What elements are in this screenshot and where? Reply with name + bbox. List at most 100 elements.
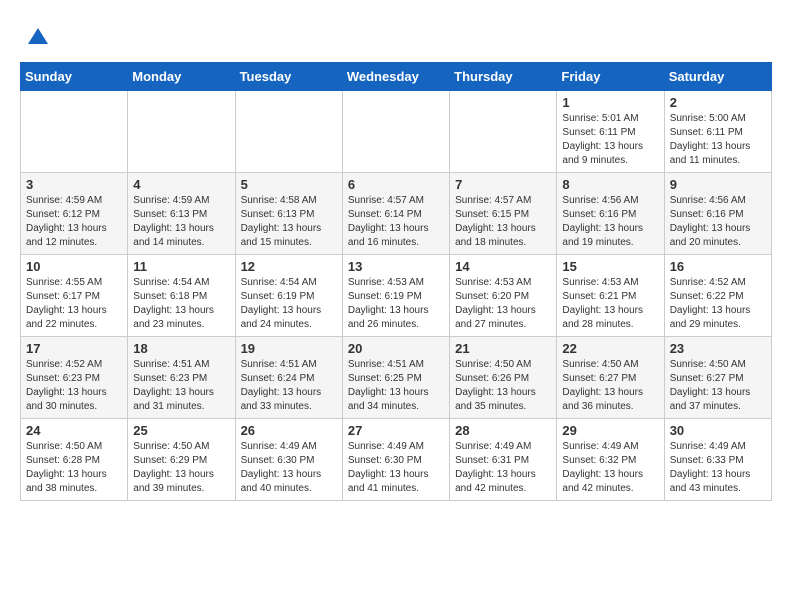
day-number: 21 [455,341,551,356]
day-number: 16 [670,259,766,274]
calendar-cell: 21 Sunrise: 4:50 AM Sunset: 6:26 PM Dayli… [450,337,557,419]
day-info: Sunrise: 4:57 AM Sunset: 6:14 PM Dayligh… [348,194,444,250]
day-info: Sunrise: 4:50 AM Sunset: 6:29 PM Dayligh… [133,440,229,496]
day-info: Sunrise: 4:56 AM Sunset: 6:16 PM Dayligh… [670,194,766,250]
day-number: 6 [348,177,444,192]
calendar-week-row: 1 Sunrise: 5:01 AM Sunset: 6:11 PM Daylig… [21,91,772,173]
calendar-cell: 12Sunrise: 4:54 AM Sunset: 6:19 PM Dayli… [235,255,342,337]
day-info: Sunrise: 4:49 AM Sunset: 6:30 PM Dayligh… [241,440,337,496]
day-info: Sunrise: 4:53 AM Sunset: 6:20 PM Dayligh… [455,276,551,332]
day-number: 22 [562,341,658,356]
day-info: Sunrise: 4:50 AM Sunset: 6:26 PM Dayligh… [455,358,551,414]
calendar-cell: 9 Sunrise: 4:56 AM Sunset: 6:16 PM Daylig… [664,173,771,255]
day-number: 14 [455,259,551,274]
calendar-cell: 19 Sunrise: 4:51 AM Sunset: 6:24 PM Dayli… [235,337,342,419]
day-info: Sunrise: 4:56 AM Sunset: 6:16 PM Dayligh… [562,194,658,250]
calendar-cell: 27 Sunrise: 4:49 AM Sunset: 6:30 PM Dayli… [342,419,449,501]
calendar-cell [128,91,235,173]
day-number: 28 [455,423,551,438]
calendar-cell: 29 Sunrise: 4:49 AM Sunset: 6:32 PM Dayli… [557,419,664,501]
calendar-cell [21,91,128,173]
day-number: 12 [241,259,337,274]
calendar-week-row: 24Sunrise: 4:50 AM Sunset: 6:28 PM Dayli… [21,419,772,501]
day-number: 3 [26,177,122,192]
calendar-cell: 11 Sunrise: 4:54 AM Sunset: 6:18 PM Dayli… [128,255,235,337]
day-info: Sunrise: 5:00 AM Sunset: 6:11 PM Dayligh… [670,112,766,168]
weekday-header-monday: Monday [128,63,235,91]
day-info: Sunrise: 5:01 AM Sunset: 6:11 PM Dayligh… [562,112,658,168]
calendar-cell: 22Sunrise: 4:50 AM Sunset: 6:27 PM Dayli… [557,337,664,419]
day-number: 18 [133,341,229,356]
day-info: Sunrise: 4:59 AM Sunset: 6:13 PM Dayligh… [133,194,229,250]
day-info: Sunrise: 4:49 AM Sunset: 6:32 PM Dayligh… [562,440,658,496]
day-number: 29 [562,423,658,438]
day-info: Sunrise: 4:53 AM Sunset: 6:21 PM Dayligh… [562,276,658,332]
day-number: 11 [133,259,229,274]
calendar-cell [450,91,557,173]
calendar-cell: 20Sunrise: 4:51 AM Sunset: 6:25 PM Dayli… [342,337,449,419]
day-info: Sunrise: 4:52 AM Sunset: 6:23 PM Dayligh… [26,358,122,414]
calendar-cell: 6 Sunrise: 4:57 AM Sunset: 6:14 PM Daylig… [342,173,449,255]
day-info: Sunrise: 4:51 AM Sunset: 6:24 PM Dayligh… [241,358,337,414]
weekday-header-sunday: Sunday [21,63,128,91]
calendar-cell: 25 Sunrise: 4:50 AM Sunset: 6:29 PM Dayli… [128,419,235,501]
page-header [20,20,772,52]
calendar-cell: 17 Sunrise: 4:52 AM Sunset: 6:23 PM Dayli… [21,337,128,419]
weekday-header-row: SundayMondayTuesdayWednesdayThursdayFrid… [21,63,772,91]
day-number: 27 [348,423,444,438]
calendar-cell: 8Sunrise: 4:56 AM Sunset: 6:16 PM Daylig… [557,173,664,255]
weekday-header-wednesday: Wednesday [342,63,449,91]
day-number: 7 [455,177,551,192]
day-number: 10 [26,259,122,274]
day-number: 30 [670,423,766,438]
day-number: 1 [562,95,658,110]
calendar-week-row: 3 Sunrise: 4:59 AM Sunset: 6:12 PM Daylig… [21,173,772,255]
day-info: Sunrise: 4:51 AM Sunset: 6:23 PM Dayligh… [133,358,229,414]
day-info: Sunrise: 4:49 AM Sunset: 6:31 PM Dayligh… [455,440,551,496]
calendar-cell: 28 Sunrise: 4:49 AM Sunset: 6:31 PM Dayli… [450,419,557,501]
day-info: Sunrise: 4:50 AM Sunset: 6:28 PM Dayligh… [26,440,122,496]
day-number: 23 [670,341,766,356]
calendar-cell: 15Sunrise: 4:53 AM Sunset: 6:21 PM Dayli… [557,255,664,337]
calendar-cell: 26 Sunrise: 4:49 AM Sunset: 6:30 PM Dayli… [235,419,342,501]
day-info: Sunrise: 4:54 AM Sunset: 6:18 PM Dayligh… [133,276,229,332]
day-info: Sunrise: 4:57 AM Sunset: 6:15 PM Dayligh… [455,194,551,250]
calendar-cell: 23 Sunrise: 4:50 AM Sunset: 6:27 PM Dayli… [664,337,771,419]
day-info: Sunrise: 4:59 AM Sunset: 6:12 PM Dayligh… [26,194,122,250]
day-info: Sunrise: 4:49 AM Sunset: 6:30 PM Dayligh… [348,440,444,496]
day-info: Sunrise: 4:52 AM Sunset: 6:22 PM Dayligh… [670,276,766,332]
calendar-cell: 7 Sunrise: 4:57 AM Sunset: 6:15 PM Daylig… [450,173,557,255]
calendar-cell: 30 Sunrise: 4:49 AM Sunset: 6:33 PM Dayli… [664,419,771,501]
calendar-week-row: 17 Sunrise: 4:52 AM Sunset: 6:23 PM Dayli… [21,337,772,419]
calendar-cell [342,91,449,173]
calendar-cell: 4 Sunrise: 4:59 AM Sunset: 6:13 PM Daylig… [128,173,235,255]
day-number: 5 [241,177,337,192]
calendar-cell: 13 Sunrise: 4:53 AM Sunset: 6:19 PM Dayli… [342,255,449,337]
day-info: Sunrise: 4:50 AM Sunset: 6:27 PM Dayligh… [670,358,766,414]
weekday-header-friday: Friday [557,63,664,91]
calendar-cell: 14 Sunrise: 4:53 AM Sunset: 6:20 PM Dayli… [450,255,557,337]
weekday-header-saturday: Saturday [664,63,771,91]
calendar-cell: 10Sunrise: 4:55 AM Sunset: 6:17 PM Dayli… [21,255,128,337]
day-number: 19 [241,341,337,356]
calendar-body: 1 Sunrise: 5:01 AM Sunset: 6:11 PM Daylig… [21,91,772,501]
day-info: Sunrise: 4:58 AM Sunset: 6:13 PM Dayligh… [241,194,337,250]
calendar-week-row: 10Sunrise: 4:55 AM Sunset: 6:17 PM Dayli… [21,255,772,337]
calendar-cell: 1 Sunrise: 5:01 AM Sunset: 6:11 PM Daylig… [557,91,664,173]
day-number: 26 [241,423,337,438]
day-number: 9 [670,177,766,192]
day-number: 17 [26,341,122,356]
calendar-cell: 2 Sunrise: 5:00 AM Sunset: 6:11 PM Daylig… [664,91,771,173]
day-info: Sunrise: 4:49 AM Sunset: 6:33 PM Dayligh… [670,440,766,496]
day-number: 13 [348,259,444,274]
calendar-cell: 18 Sunrise: 4:51 AM Sunset: 6:23 PM Dayli… [128,337,235,419]
calendar-cell: 24Sunrise: 4:50 AM Sunset: 6:28 PM Dayli… [21,419,128,501]
calendar-cell [235,91,342,173]
day-number: 4 [133,177,229,192]
weekday-header-thursday: Thursday [450,63,557,91]
calendar-cell: 16 Sunrise: 4:52 AM Sunset: 6:22 PM Dayli… [664,255,771,337]
day-info: Sunrise: 4:53 AM Sunset: 6:19 PM Dayligh… [348,276,444,332]
day-number: 25 [133,423,229,438]
day-number: 2 [670,95,766,110]
logo [20,24,52,52]
